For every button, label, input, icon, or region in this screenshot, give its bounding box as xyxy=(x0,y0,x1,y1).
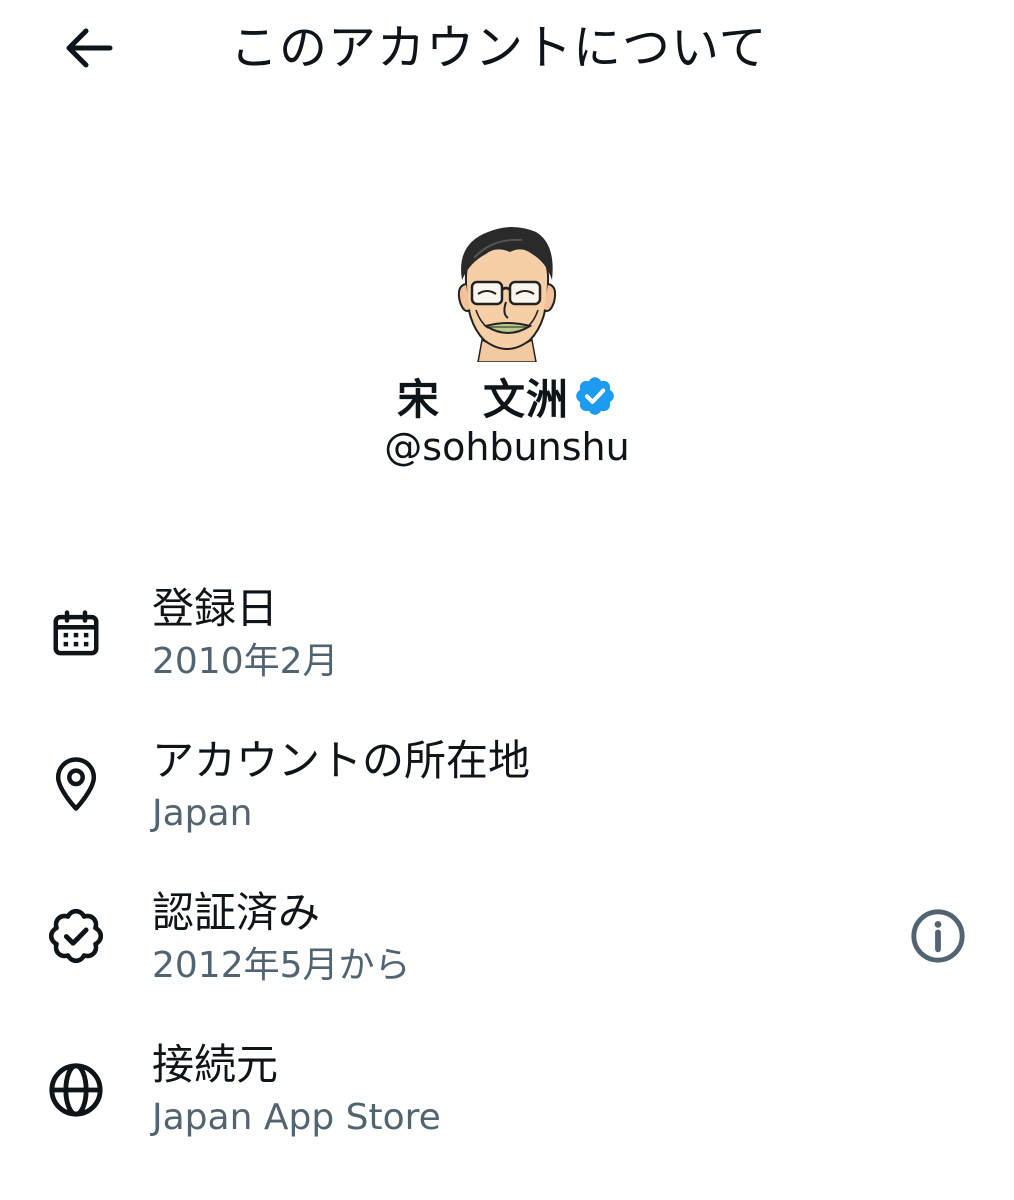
connected-via-label: 接続元 xyxy=(152,1040,279,1089)
joined-value: 2010年2月 xyxy=(152,641,339,682)
joined-date-row: 登録日 2010年2月 xyxy=(0,580,1014,700)
globe-icon xyxy=(44,1058,108,1122)
back-button[interactable] xyxy=(56,22,120,74)
connected-via-row: 接続元 Japan App Store xyxy=(0,1036,1014,1156)
location-pin-icon xyxy=(44,752,108,816)
connected-via-value: Japan App Store xyxy=(152,1097,441,1138)
verified-row: 認証済み 2012年5月から xyxy=(0,884,1014,1004)
account-location-row: アカウントの所在地 Japan xyxy=(0,732,1014,852)
calendar-icon xyxy=(44,602,108,666)
avatar[interactable] xyxy=(452,222,562,363)
verified-badge-icon[interactable] xyxy=(573,374,617,418)
info-icon xyxy=(911,909,965,963)
account-location-label: アカウントの所在地 xyxy=(152,736,531,785)
joined-label: 登録日 xyxy=(152,584,279,633)
verified-info-button[interactable] xyxy=(902,900,974,972)
account-location-value: Japan xyxy=(152,793,253,834)
arrow-left-icon xyxy=(66,28,113,68)
verified-label: 認証済み xyxy=(152,888,321,937)
header: このアカウントについて xyxy=(0,0,1014,100)
verified-check-icon xyxy=(44,904,108,968)
about-account-page: このアカウントについて 宋 文洲 @sohbunshu 登録日 2010年2月 … xyxy=(0,0,1014,1200)
verified-value: 2012年5月から xyxy=(152,945,411,986)
display-name: 宋 文洲 xyxy=(396,374,569,424)
profile-name-row: 宋 文洲 xyxy=(0,368,1014,424)
user-handle: @sohbunshu xyxy=(384,425,630,469)
page-title: このアカウントについて xyxy=(230,20,768,76)
